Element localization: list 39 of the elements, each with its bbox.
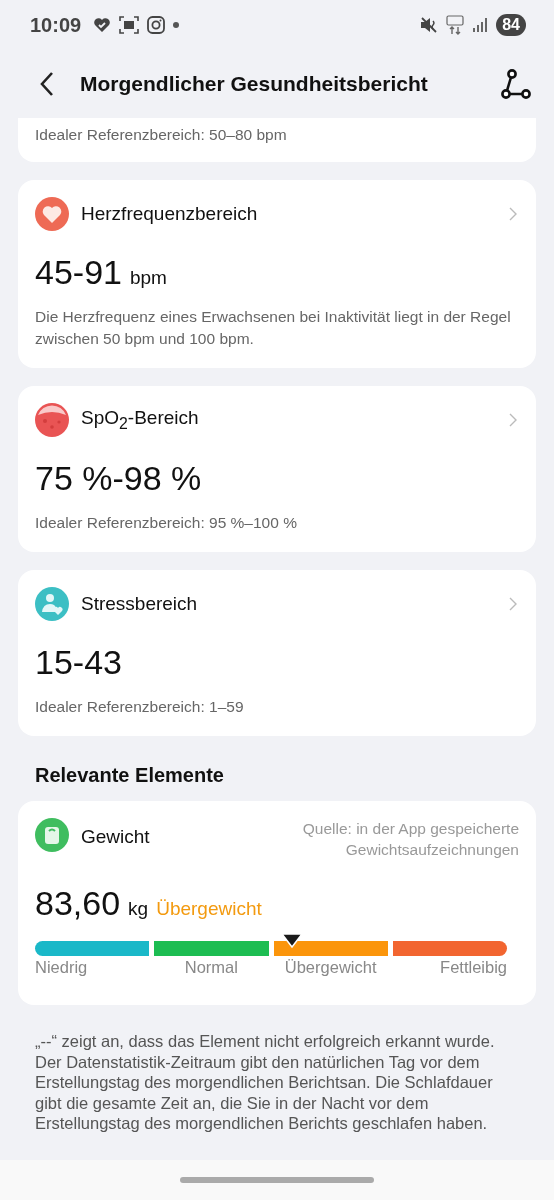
camera-icon bbox=[147, 16, 166, 34]
chevron-icon bbox=[509, 413, 517, 427]
card-note: Idealer Referenzbereich: 95 %–100 % bbox=[35, 513, 298, 533]
mute-icon bbox=[420, 16, 439, 34]
blood-drop-icon bbox=[35, 403, 69, 437]
card-title: Gewicht bbox=[81, 826, 150, 848]
range-value: 15-43 bbox=[35, 643, 122, 682]
metric-card[interactable]: SpO$_{2}$-Bereich 75 %-98 % Idealer Referenzbereich: 95 %–100 % bbox=[18, 386, 536, 552]
card-title: Stressbereich bbox=[81, 593, 199, 615]
unit-label: bpm bbox=[129, 267, 167, 289]
notification-dot-icon bbox=[173, 22, 180, 28]
range-value: 75 %-98 % bbox=[35, 459, 202, 498]
section-heading: Relevante Elemente bbox=[35, 764, 225, 787]
card-title: SpO$_{2}$-Bereich bbox=[81, 407, 200, 433]
range-value: 45-91 bbox=[35, 253, 122, 292]
chevron-icon bbox=[509, 597, 517, 611]
chevron-icon bbox=[509, 207, 517, 221]
scale-label: Fettleibig bbox=[439, 958, 507, 977]
card-note: Idealer Referenzbereich: 1–59 bbox=[35, 697, 245, 717]
scale-label: Normal bbox=[183, 958, 239, 977]
card-title: Herzfrequenzbereich bbox=[81, 203, 259, 225]
metric-card[interactable]: Herzfrequenzbereich 45-91 bpm Die Herzfrequenz eines Erwachsenen bei Inaktivität liegt in der Regel zwischen 50 bpm und 100 bpm. bbox=[18, 180, 536, 368]
data-source-note: Quelle: in der App gespeicherte Gewichtsaufzeichnungen bbox=[301, 819, 519, 860]
battery-level: 84 bbox=[496, 14, 526, 36]
weight-value: 83,60 bbox=[35, 884, 121, 923]
card-note: Die Herzfrequenz eines Erwachsenen bei Inaktivität liegt in der Regel zwischen 50 bpm und 100 bpm. bbox=[35, 307, 512, 349]
scale-label: Niedrig bbox=[35, 958, 89, 977]
metric-card[interactable]: Stressbereich 15-43 Idealer Referenzbereich: 1–59 bbox=[18, 570, 536, 736]
signal-icon bbox=[472, 17, 489, 33]
scale-icon bbox=[35, 818, 69, 852]
footnote-text: „--“ zeigt an, dass das Element nicht erfolgreich erkannt wurde. Der Datenstatistik-Zeitraum gibt den natürlichen Tag vor dem Erstellungstag des morgendlichen Berichtsan. Die Schlafdauer gibt die gesamte Zeit an, die Sie in der Nacht vor dem Erstellungstag des morgendlichen Berichts geschlafen haben. bbox=[35, 1031, 496, 1134]
reference-range: Idealer Referenzbereich: 50–80 bpm bbox=[35, 126, 287, 143]
weight-status: Übergewicht bbox=[156, 898, 262, 920]
screenshot-icon bbox=[119, 16, 140, 34]
page-title: Morgendlicher Gesundheitsbericht bbox=[80, 72, 429, 96]
scale-label: Übergewicht bbox=[283, 958, 378, 977]
unit-label: kg bbox=[128, 898, 149, 920]
heart-icon bbox=[93, 17, 112, 33]
status-time: 10:09 bbox=[30, 13, 82, 37]
